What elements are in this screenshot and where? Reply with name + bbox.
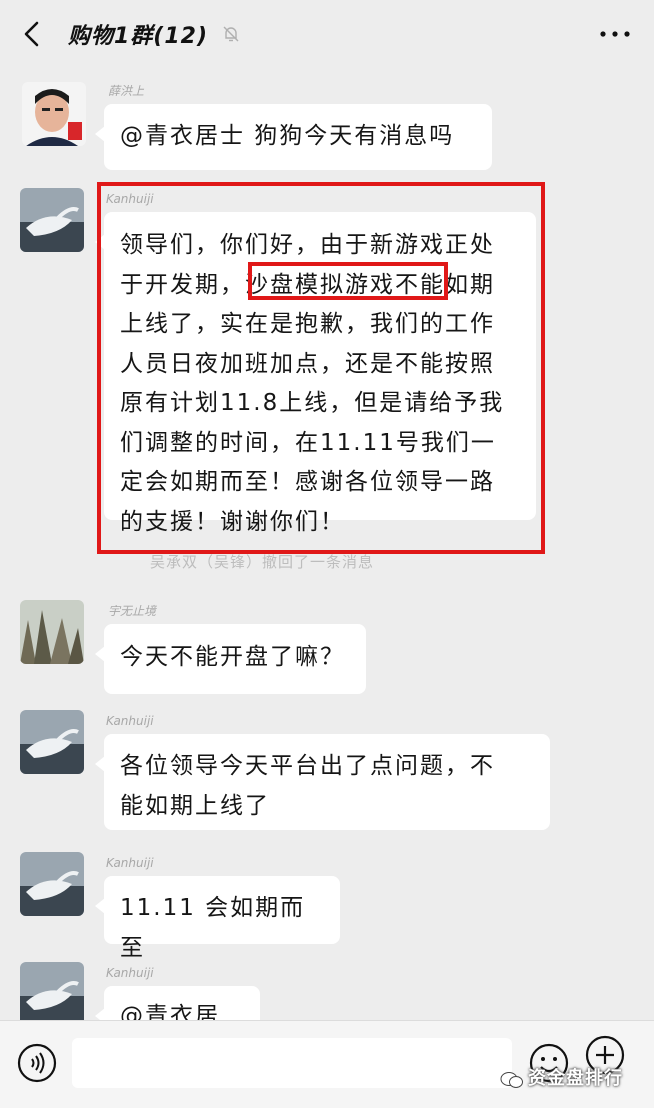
avatar[interactable]	[22, 82, 86, 146]
message-text: 11.11 会如期而至	[120, 895, 306, 961]
message-text: @青衣居士 狗狗今天有消息吗	[120, 123, 455, 149]
chat-title: 购物1群(12)	[68, 24, 209, 49]
watermark: 资金盘排行	[528, 1068, 623, 1089]
man-photo-avatar-icon	[22, 82, 86, 146]
sender-name: 宇无止境	[108, 604, 157, 618]
sender-name: Kanhuiji	[106, 714, 154, 728]
swan-avatar-icon	[20, 962, 84, 1026]
wechat-logo-icon	[500, 1072, 523, 1088]
highlight-outer-box	[97, 182, 545, 554]
message-line: 各位领导今天平台出了点问题，不	[120, 753, 495, 779]
mountain-avatar-icon	[20, 600, 84, 664]
message-text: 今天不能开盘了嘛？	[120, 644, 345, 670]
avatar[interactable]	[20, 710, 84, 774]
message-bubble[interactable]: 今天不能开盘了嘛？	[95, 624, 366, 694]
highlight-inner-box	[248, 262, 448, 300]
swan-avatar-icon	[20, 188, 84, 252]
avatar[interactable]	[20, 962, 84, 1026]
sender-name: 薛洪上	[108, 84, 145, 98]
chat-header: 购物1群(12)	[0, 0, 654, 70]
mute-bell-icon	[223, 26, 239, 42]
sender-name: Kanhuiji	[106, 856, 154, 870]
sender-name: Kanhuiji	[106, 966, 154, 980]
more-options-icon[interactable]	[598, 24, 632, 44]
avatar[interactable]	[20, 188, 84, 252]
message-input[interactable]	[72, 1038, 512, 1088]
avatar[interactable]	[20, 852, 84, 916]
recall-notice: 吴承双（吴锋）撤回了一条消息	[150, 553, 375, 571]
back-arrow-icon[interactable]	[18, 19, 48, 49]
message-bubble[interactable]: @青衣居士 狗狗今天有消息吗	[95, 104, 492, 170]
voice-input-icon[interactable]	[16, 1042, 58, 1084]
swan-avatar-icon	[20, 710, 84, 774]
swan-avatar-icon	[20, 852, 84, 916]
message-line: 能如期上线了	[120, 793, 270, 819]
message-bubble[interactable]: 各位领导今天平台出了点问题，不 能如期上线了	[95, 734, 550, 830]
avatar[interactable]	[20, 600, 84, 664]
message-bubble[interactable]: 11.11 会如期而至	[95, 876, 340, 961]
